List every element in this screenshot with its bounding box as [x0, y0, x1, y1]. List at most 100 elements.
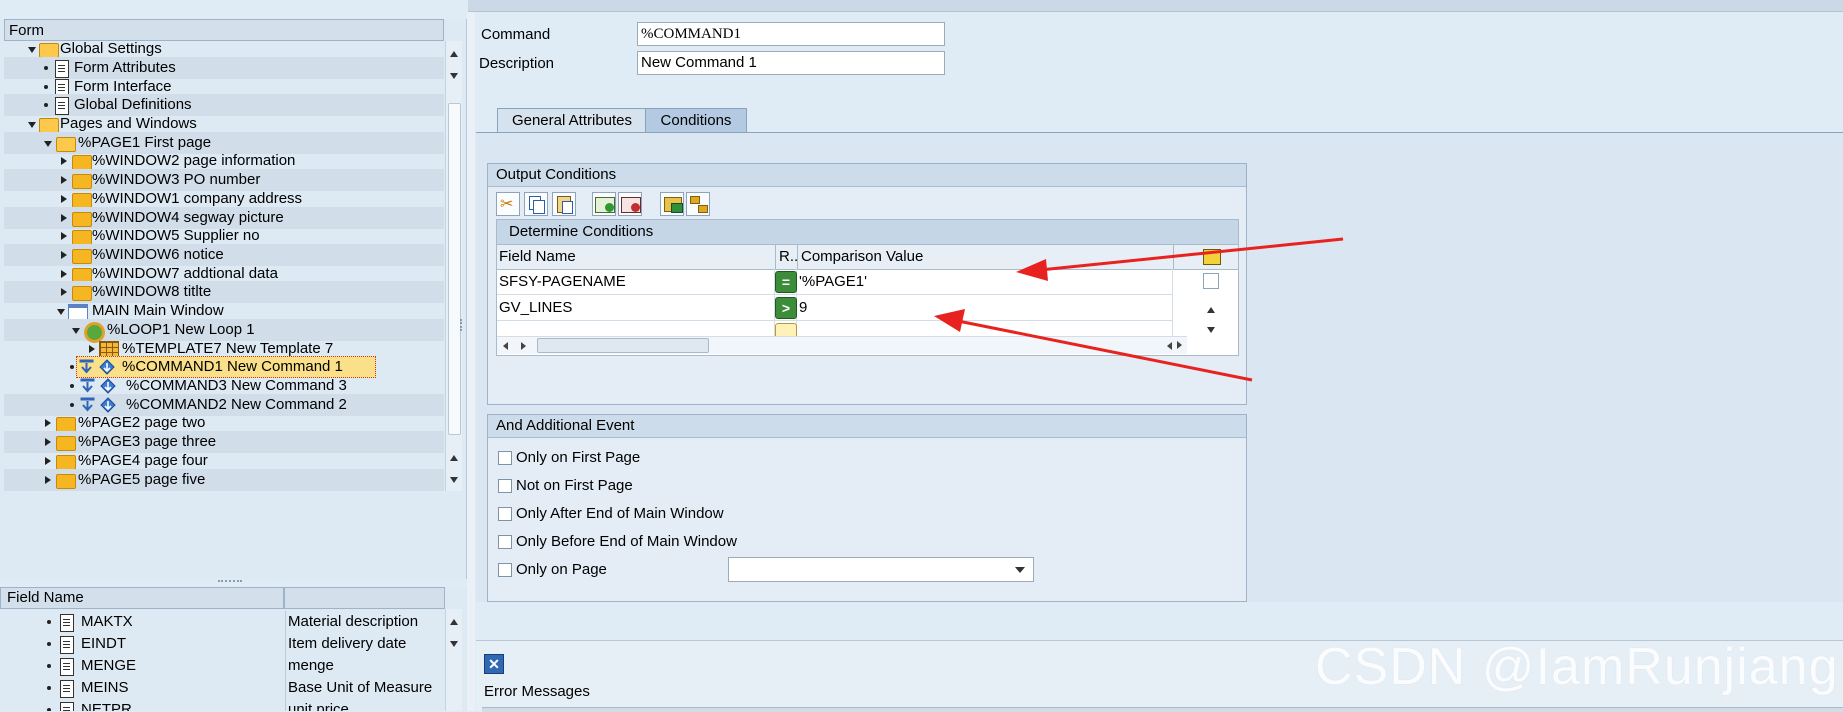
copy-icon-back — [533, 200, 545, 214]
folder-icon — [72, 286, 92, 301]
scroll-left-icon[interactable] — [1167, 342, 1172, 350]
insert-row-button[interactable] — [592, 192, 616, 216]
tab-general-attributes[interactable]: General Attributes — [497, 108, 647, 133]
option-only-on-page[interactable]: Only on Page — [498, 559, 698, 581]
checkbox[interactable] — [498, 479, 512, 493]
field-row[interactable]: MENGE menge — [0, 655, 444, 677]
grid-hscrollbar[interactable] — [497, 336, 1187, 354]
copy-button[interactable] — [524, 192, 548, 216]
chevron-down-icon[interactable] — [1015, 567, 1025, 573]
col-field-name[interactable]: Field Name — [499, 245, 576, 269]
field-list-scrollbar[interactable] — [445, 609, 462, 711]
check-button[interactable] — [660, 192, 684, 216]
field-list-desc-header[interactable] — [284, 587, 445, 609]
collapse-arrow-icon[interactable] — [61, 288, 67, 296]
field-description: Item delivery date — [285, 633, 406, 655]
scroll-down-icon[interactable] — [450, 73, 458, 79]
scroll-right-icon[interactable] — [1177, 341, 1182, 349]
option-after-end-main-window[interactable]: Only After End of Main Window — [498, 503, 798, 525]
collapse-arrow-icon[interactable] — [61, 176, 67, 184]
grid-select-all-icon[interactable] — [1203, 273, 1219, 289]
close-icon[interactable]: ✕ — [484, 654, 504, 674]
option-not-first-page[interactable]: Not on First Page — [498, 475, 798, 497]
collapse-arrow-icon[interactable] — [61, 232, 67, 240]
checkbox[interactable] — [498, 451, 512, 465]
expand-arrow-icon[interactable] — [44, 141, 52, 147]
scroll-up-icon[interactable] — [450, 51, 458, 57]
field-row[interactable]: EINDT Item delivery date — [0, 633, 444, 655]
option-only-first-page[interactable]: Only on First Page — [498, 447, 798, 469]
splitter-handle[interactable] — [218, 580, 242, 584]
scroll-down-icon[interactable] — [450, 641, 458, 647]
field-row[interactable]: NETPR unit price — [0, 699, 444, 711]
expand-arrow-icon[interactable] — [28, 47, 36, 53]
splitter-handle[interactable] — [460, 319, 466, 331]
scissors-icon: ✂ — [500, 196, 514, 213]
scroll-right-icon[interactable] — [521, 342, 526, 350]
collapse-arrow-icon[interactable] — [61, 270, 67, 278]
field-name: MAKTX — [81, 613, 133, 630]
bullet-icon — [47, 686, 51, 690]
expand-arrow-icon[interactable] — [28, 122, 36, 128]
scroll-up-icon[interactable] — [450, 619, 458, 625]
grid-field-cell[interactable]: GV_LINES — [497, 295, 775, 321]
checkbox-label: Only After End of Main Window — [516, 505, 724, 522]
collapse-arrow-icon[interactable] — [45, 476, 51, 484]
field-row[interactable]: MAKTX Material description — [0, 611, 444, 633]
collapse-arrow-icon[interactable] — [45, 419, 51, 427]
tree-item-page5[interactable]: %PAGE5 page five — [4, 469, 444, 491]
collapse-arrow-icon[interactable] — [61, 195, 67, 203]
tree-scrollbar[interactable] — [445, 41, 462, 491]
option-before-end-main-window[interactable]: Only Before End of Main Window — [498, 531, 798, 553]
field-list-header[interactable]: Field Name — [0, 587, 284, 609]
hierarchy-icon — [690, 196, 700, 204]
output-conditions-title: Output Conditions — [488, 164, 1246, 187]
folder-icon — [56, 436, 76, 451]
collapse-arrow-icon[interactable] — [45, 457, 51, 465]
grid-value-cell[interactable]: '%PAGE1' — [797, 269, 1173, 295]
grid-value-cell[interactable]: 9 — [797, 295, 1173, 321]
collapse-arrow-icon[interactable] — [61, 214, 67, 222]
expand-arrow-icon[interactable] — [72, 328, 80, 334]
column-settings-icon[interactable] — [1203, 249, 1221, 265]
watermark-text: CSDN @IamRunjiang — [1315, 638, 1839, 696]
grid-relation-cell[interactable]: = — [775, 269, 797, 295]
scroll-down-icon[interactable] — [1207, 327, 1215, 333]
checkbox[interactable] — [498, 535, 512, 549]
description-field[interactable]: New Command 1 — [637, 51, 945, 75]
collapse-arrow-icon[interactable] — [61, 251, 67, 259]
collapse-arrow-icon[interactable] — [89, 345, 95, 353]
command-field[interactable]: %COMMAND1 — [637, 22, 945, 46]
relation-equal-button[interactable]: = — [775, 271, 797, 293]
paste-button[interactable] — [552, 192, 576, 216]
col-relation[interactable]: R.. — [775, 245, 798, 269]
tab-conditions[interactable]: Conditions — [645, 108, 747, 133]
scrollbar-thumb[interactable] — [448, 103, 461, 435]
checkbox[interactable] — [498, 507, 512, 521]
tree-structure-button[interactable] — [686, 192, 710, 216]
hscroll-thumb[interactable] — [537, 338, 709, 353]
expand-arrow-icon[interactable] — [57, 309, 65, 315]
description-label: Description — [479, 55, 555, 72]
scroll-down-icon[interactable] — [450, 477, 458, 483]
checkbox[interactable] — [498, 563, 512, 577]
cut-button[interactable]: ✂ — [496, 192, 520, 216]
field-name: MEINS — [81, 679, 129, 696]
relation-greater-button[interactable]: > — [775, 297, 797, 319]
page-select[interactable] — [728, 557, 1034, 582]
scroll-left-icon[interactable] — [503, 342, 508, 350]
field-row[interactable]: MEINS Base Unit of Measure — [0, 677, 444, 699]
folder-icon — [72, 155, 92, 170]
grid-relation-cell[interactable]: > — [775, 295, 797, 321]
panel-divider[interactable] — [467, 12, 475, 711]
scroll-up-icon[interactable] — [450, 455, 458, 461]
col-comparison-value[interactable]: Comparison Value — [797, 245, 923, 269]
command-node-icon — [100, 378, 116, 394]
collapse-arrow-icon[interactable] — [61, 157, 67, 165]
delete-row-button[interactable] — [618, 192, 642, 216]
grid-field-cell[interactable]: SFSY-PAGENAME — [497, 269, 775, 295]
conditions-tab-body: Output Conditions ✂ Determine Conditions… — [476, 132, 1843, 602]
document-icon — [60, 702, 74, 711]
collapse-arrow-icon[interactable] — [45, 438, 51, 446]
scroll-up-icon[interactable] — [1207, 307, 1215, 313]
